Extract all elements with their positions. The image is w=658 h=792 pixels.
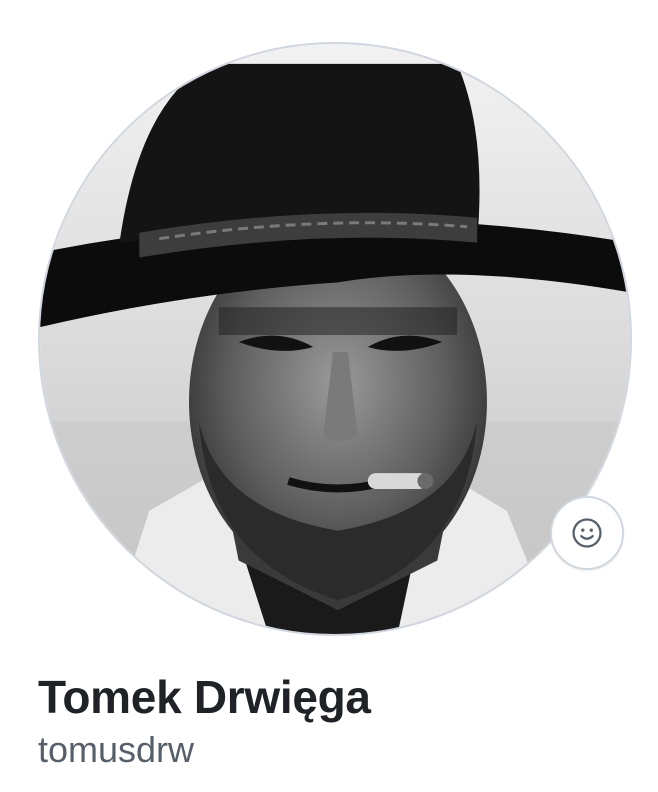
set-status-button[interactable] [550, 496, 624, 570]
username: tomusdrw [38, 729, 195, 770]
avatar[interactable] [38, 42, 632, 636]
profile-names: Tomek Drwięga tomusdrw [38, 668, 638, 774]
smiley-icon [572, 518, 602, 548]
display-name: Tomek Drwięga [38, 671, 371, 723]
avatar-container [38, 42, 632, 636]
avatar-image [40, 44, 630, 634]
profile-card: Tomek Drwięga tomusdrw [0, 0, 658, 792]
